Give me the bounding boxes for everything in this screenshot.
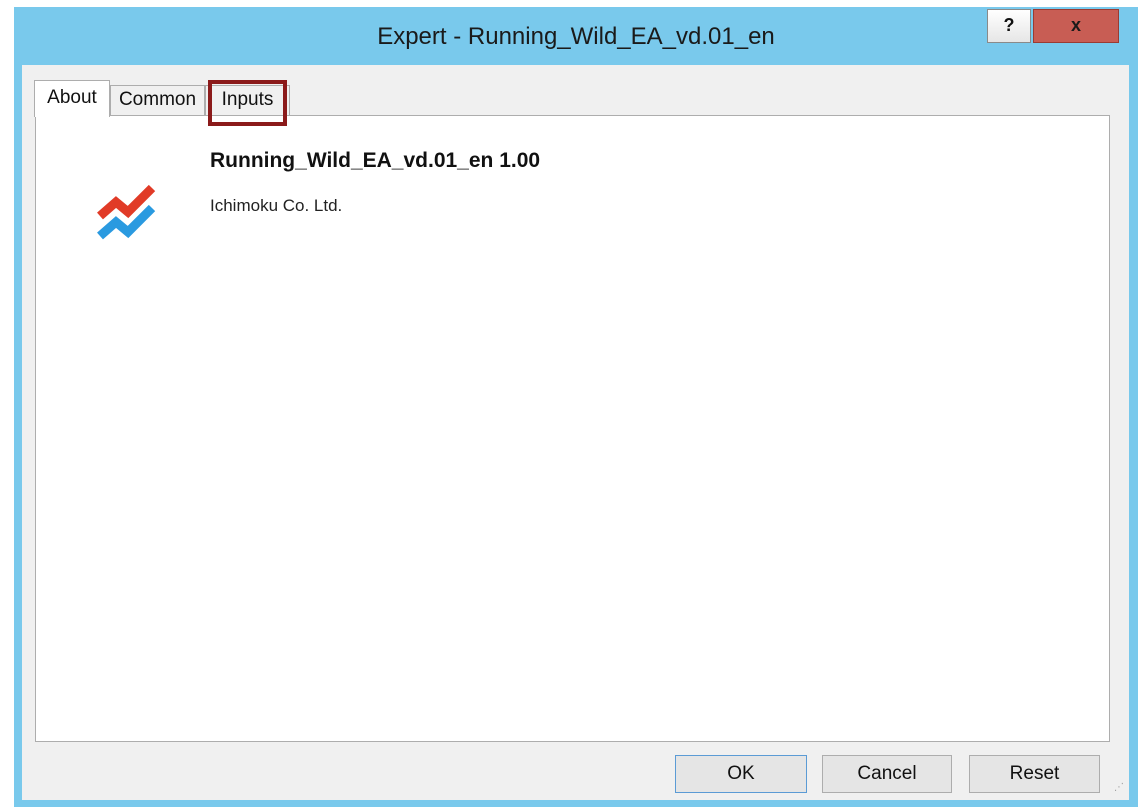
resize-grip-icon[interactable]: ⋰	[1114, 783, 1126, 797]
tab-common[interactable]: Common	[110, 85, 205, 115]
expert-company: Ichimoku Co. Ltd.	[210, 196, 343, 215]
cancel-button[interactable]: Cancel	[822, 755, 952, 793]
ok-button[interactable]: OK	[675, 755, 807, 793]
reset-button[interactable]: Reset	[969, 755, 1100, 793]
expert-name-version: Running_Wild_EA_vd.01_en 1.00	[210, 149, 541, 172]
help-button[interactable]: ?	[987, 9, 1031, 43]
close-button[interactable]: x	[1033, 9, 1119, 43]
window-title: Expert - Running_Wild_EA_vd.01_en	[377, 23, 775, 50]
expert-dialog-window: Expert - Running_Wild_EA_vd.01_en ? x Ab…	[14, 7, 1138, 807]
about-panel: Running_Wild_EA_vd.01_en 1.00 Ichimoku C…	[35, 115, 1110, 742]
title-bar[interactable]: Expert - Running_Wild_EA_vd.01_en ? x	[14, 7, 1138, 65]
expert-advisor-chart-icon	[97, 184, 156, 240]
inputs-tab-highlight-box	[208, 80, 287, 126]
tab-about[interactable]: About	[34, 80, 110, 117]
dialog-client-area: About Common Inputs Running_Wild_EA_vd.0…	[22, 65, 1129, 800]
